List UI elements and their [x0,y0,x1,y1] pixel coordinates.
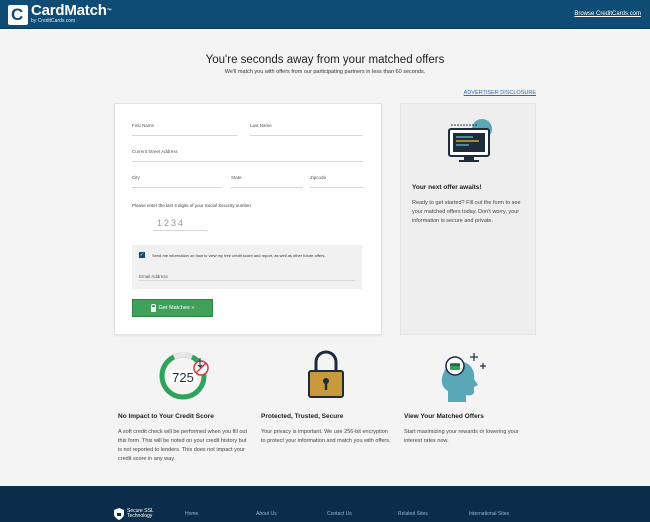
top-header: C CardMatch™ by CreditCards.com Browse C… [0,0,650,29]
consent-text: Send me information on how to view my fr… [152,253,326,258]
footer: Secure SSL Technology Home About Us Cont… [0,486,650,522]
monitor-icon [448,119,492,162]
footer-link-home[interactable]: Home [185,511,198,517]
feature-title: Protected, Trusted, Secure [261,413,344,420]
state-field[interactable]: State [231,175,303,188]
side-title: Your next offer awaits! [412,184,482,191]
feature-text: A soft credit check will be performed wh… [118,429,248,462]
credit-score-number: 725 [172,370,194,385]
first-name-field[interactable]: First Name [132,123,237,136]
page-subtitle: We'll match you with offers from our par… [224,69,426,75]
footer-link-contact[interactable]: Contact Us [327,511,352,517]
shield-icon [114,508,124,520]
logo-subtitle: by CreditCards.com [31,18,76,24]
ssl-line-2: Technology [127,513,153,519]
lock-icon [150,303,157,312]
feature-text: Start maximizing your rewards or lowerin… [404,429,519,444]
logo-title: CardMatch™ [31,2,112,19]
footer-link-international[interactable]: International Sites [469,511,509,517]
side-text: Ready to get started? Fill out the form … [412,200,521,224]
zipcode-field[interactable]: Zipcode [310,175,363,188]
ssn-label: Please enter the last 4 digits of your S… [132,203,252,208]
last-name-field[interactable]: Last Name [250,123,363,136]
secure-ssl-badge: Secure SSL Technology [114,508,154,520]
browse-creditcards-link[interactable]: Browse CreditCards.com [574,11,641,17]
feature-title: View Your Matched Offers [404,413,484,420]
feature-title: No Impact to Your Credit Score [118,413,214,420]
city-label: City [132,175,140,180]
consent-box: ✓ Send me information on how to view my … [132,245,362,289]
footer-link-related[interactable]: Related Sites [398,511,428,517]
feature-text: Your privacy is important. We use 256-bi… [261,429,391,444]
head-card-icon [441,353,486,402]
zipcode-label: Zipcode [310,175,327,180]
state-label: State [231,175,242,180]
email-field[interactable]: Email Address [139,265,355,281]
street-address-label: Current Street Address [132,149,178,154]
logo-title-text: CardMatch [31,2,107,19]
ssn-input[interactable]: 1234 [153,216,207,231]
footer-link-about[interactable]: About Us [256,511,277,517]
get-matches-label: Get Matches » [158,305,195,311]
advertiser-disclosure-link[interactable]: ADVERTISER DISCLOSURE [464,90,536,96]
application-form: First Name Last Name Current Street Addr… [114,103,382,335]
padlock-icon [308,350,344,398]
logo-trademark: ™ [106,8,112,14]
consent-checkbox[interactable]: ✓ [139,252,145,258]
cardmatch-logo[interactable]: C CardMatch™ by CreditCards.com [8,2,112,25]
offer-side-panel: Your next offer awaits! Ready to get sta… [400,103,536,335]
email-label: Email Address [139,274,168,279]
last-name-label: Last Name [250,123,272,128]
city-field[interactable]: City [132,175,222,188]
get-matches-button[interactable]: Get Matches » [132,299,213,317]
logo-mark-icon: C [8,4,28,25]
page-title: You're seconds away from your matched of… [205,54,445,66]
street-address-field[interactable]: Current Street Address [132,149,363,162]
logo-letter: C [11,4,24,24]
first-name-label: First Name [132,123,155,128]
